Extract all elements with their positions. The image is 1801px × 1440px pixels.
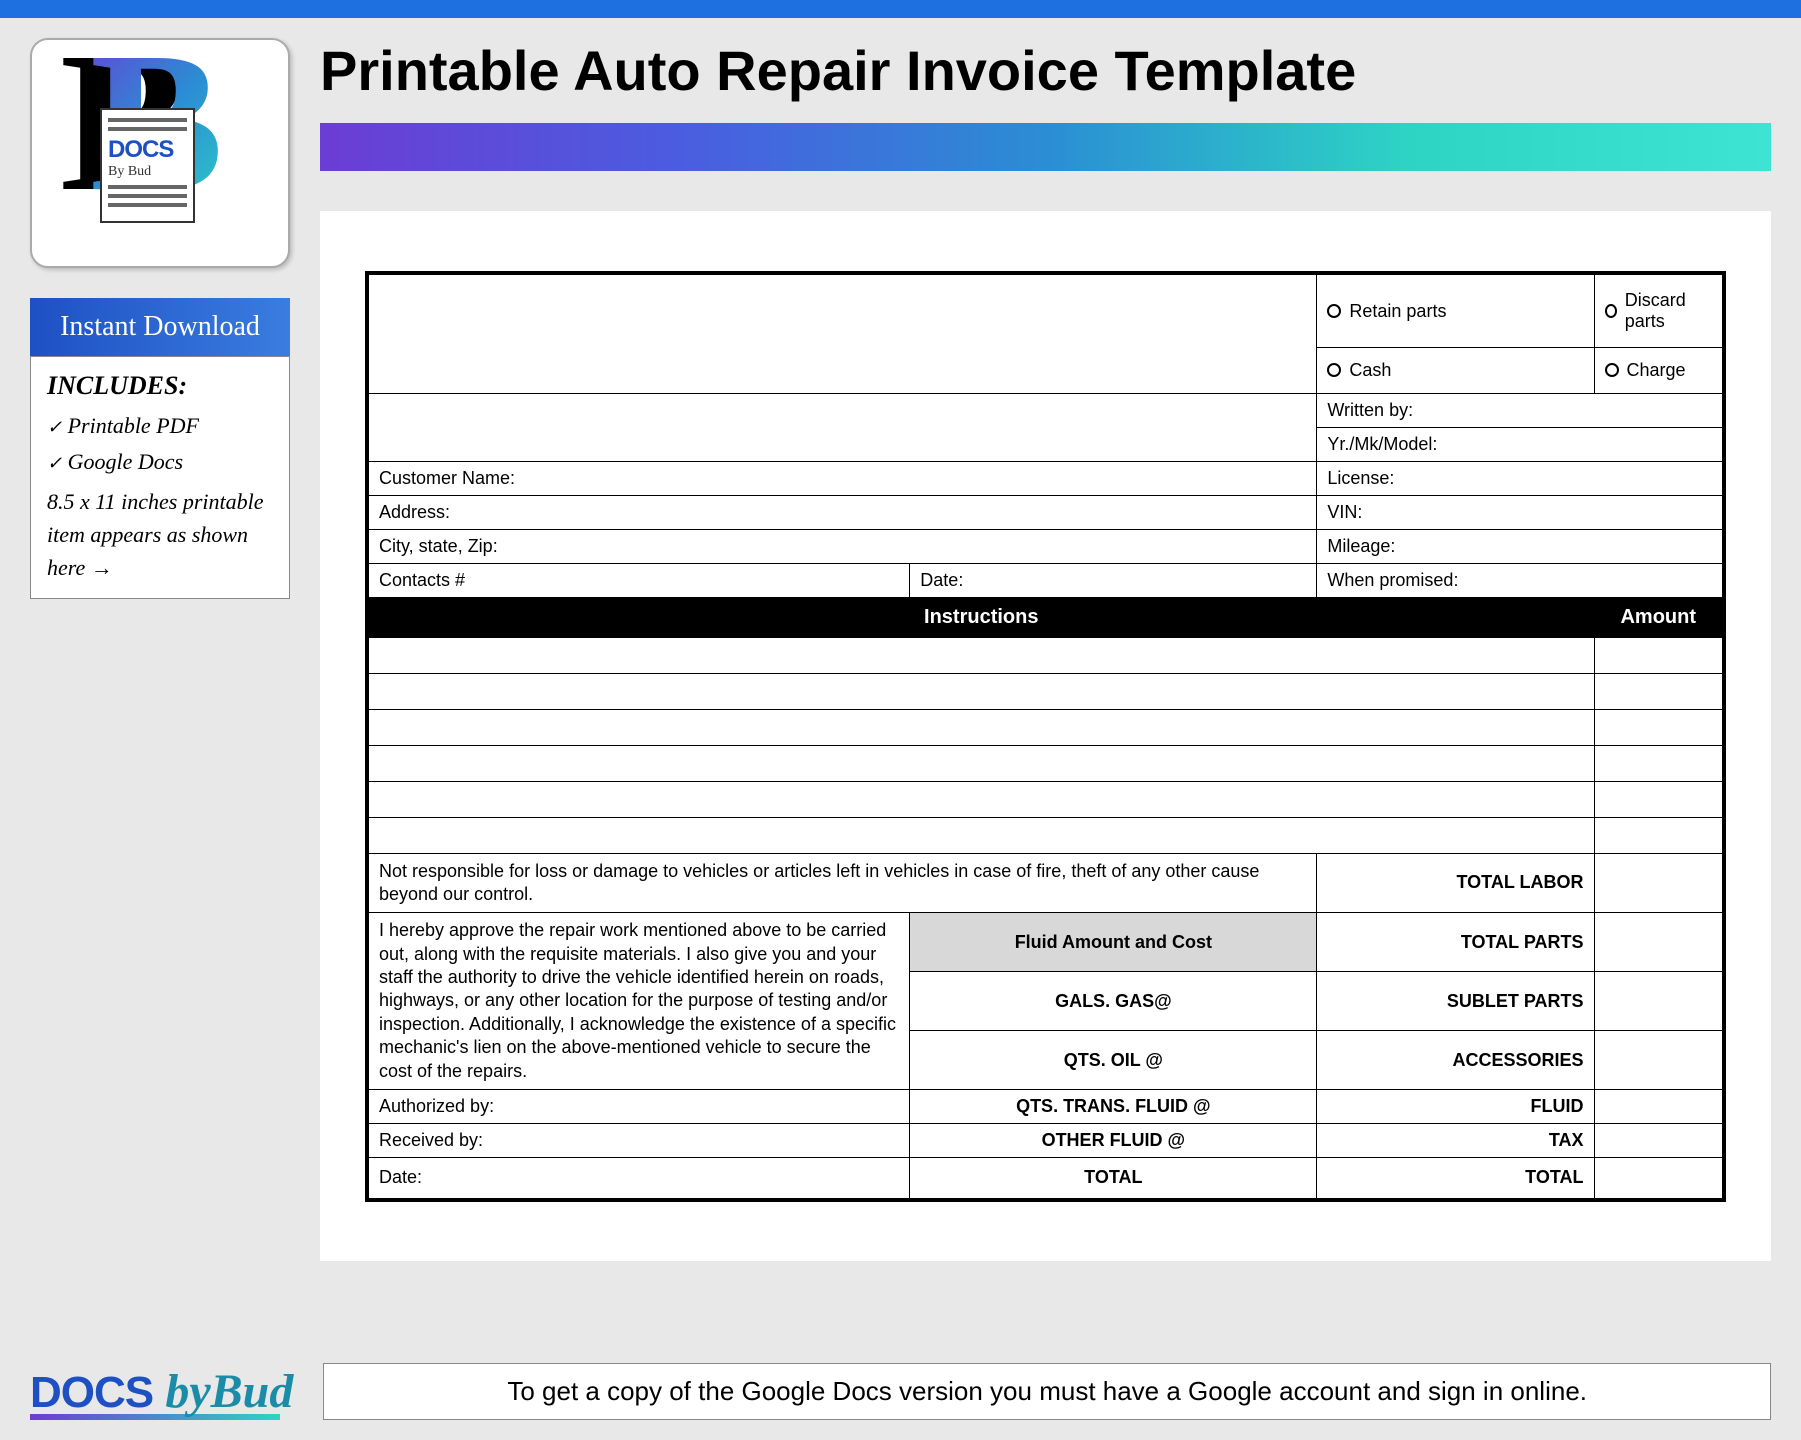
instruction-row bbox=[367, 745, 1594, 781]
footer: DOCS byBud To get a copy of the Google D… bbox=[30, 1363, 1771, 1420]
disclaimer-cell: Not responsible for loss or damage to ve… bbox=[367, 853, 1317, 913]
fluid-label: FLUID bbox=[1317, 1090, 1594, 1124]
logo-box: B B DOCS By Bud bbox=[30, 38, 290, 268]
logo-document-icon: DOCS By Bud bbox=[100, 108, 195, 223]
other-fluid-cell: OTHER FLUID @ bbox=[910, 1124, 1317, 1158]
amount-cell bbox=[1594, 637, 1724, 673]
date-cell: Date: bbox=[910, 563, 1317, 597]
license-cell: License: bbox=[1317, 461, 1724, 495]
check-icon: ✓ bbox=[47, 417, 62, 437]
radio-icon bbox=[1605, 363, 1619, 377]
sidebar: B B DOCS By Bud Instant Download INCLUDE… bbox=[30, 38, 290, 1261]
authorized-by-cell: Authorized by: bbox=[367, 1090, 910, 1124]
blank-header-cell bbox=[367, 273, 1317, 393]
total-parts-label: TOTAL PARTS bbox=[1317, 913, 1594, 972]
received-by-cell: Received by: bbox=[367, 1124, 910, 1158]
gals-gas-cell: GALS. GAS@ bbox=[910, 972, 1317, 1031]
total-labor-label: TOTAL LABOR bbox=[1317, 853, 1594, 913]
check-icon: ✓ bbox=[47, 453, 62, 473]
document-preview: Retain parts Discard parts Cash Charge W… bbox=[320, 211, 1771, 1261]
instruction-row bbox=[367, 781, 1594, 817]
amount-cell bbox=[1594, 673, 1724, 709]
radio-icon bbox=[1605, 304, 1617, 318]
instruction-row bbox=[367, 637, 1594, 673]
fluid-header-cell: Fluid Amount and Cost bbox=[910, 913, 1317, 972]
total-labor-amount bbox=[1594, 853, 1724, 913]
instruction-row bbox=[367, 817, 1594, 853]
sublet-parts-amount bbox=[1594, 972, 1724, 1031]
accessories-amount bbox=[1594, 1031, 1724, 1090]
includes-description: 8.5 x 11 inches printable item appears a… bbox=[47, 485, 273, 584]
charge-cell: Charge bbox=[1594, 348, 1724, 393]
footer-logo: DOCS byBud bbox=[30, 1364, 293, 1420]
grand-total-label: TOTAL bbox=[1317, 1158, 1594, 1200]
amount-cell bbox=[1594, 781, 1724, 817]
includes-box: INCLUDES: ✓ Printable PDF ✓ Google Docs … bbox=[30, 356, 290, 599]
total-parts-amount bbox=[1594, 913, 1724, 972]
tax-label: TAX bbox=[1317, 1124, 1594, 1158]
accessories-label: ACCESSORIES bbox=[1317, 1031, 1594, 1090]
main-container: B B DOCS By Bud Instant Download INCLUDE… bbox=[0, 18, 1801, 1261]
page-title: Printable Auto Repair Invoice Template bbox=[320, 38, 1771, 103]
instant-download-badge: Instant Download bbox=[30, 298, 290, 356]
include-item-pdf: ✓ Printable PDF bbox=[47, 413, 273, 439]
grand-total-amount bbox=[1594, 1158, 1724, 1200]
when-promised-cell: When promised: bbox=[1317, 563, 1724, 597]
mileage-cell: Mileage: bbox=[1317, 529, 1724, 563]
invoice-table: Retain parts Discard parts Cash Charge W… bbox=[365, 271, 1726, 1202]
tax-amount bbox=[1594, 1124, 1724, 1158]
gradient-divider bbox=[320, 123, 1771, 171]
cash-cell: Cash bbox=[1317, 348, 1594, 393]
fluid-amount bbox=[1594, 1090, 1724, 1124]
include-item-gdocs: ✓ Google Docs bbox=[47, 449, 273, 475]
content-area: Printable Auto Repair Invoice Template R… bbox=[320, 38, 1771, 1261]
footer-note: To get a copy of the Google Docs version… bbox=[323, 1363, 1771, 1420]
date2-cell: Date: bbox=[367, 1158, 910, 1200]
discard-parts-cell: Discard parts bbox=[1594, 273, 1724, 348]
footer-bybud-text: byBud bbox=[165, 1365, 293, 1418]
blank-cell bbox=[367, 393, 1317, 461]
top-accent-bar bbox=[0, 0, 1801, 18]
amount-cell bbox=[1594, 745, 1724, 781]
qts-trans-cell: QTS. TRANS. FLUID @ bbox=[910, 1090, 1317, 1124]
amount-header: Amount bbox=[1594, 597, 1724, 637]
radio-icon bbox=[1327, 304, 1341, 318]
vin-cell: VIN: bbox=[1317, 495, 1724, 529]
radio-icon bbox=[1327, 363, 1341, 377]
yr-mk-model-cell: Yr./Mk/Model: bbox=[1317, 427, 1724, 461]
includes-title: INCLUDES: bbox=[47, 371, 273, 401]
footer-docs-text: DOCS bbox=[30, 1368, 153, 1417]
retain-parts-cell: Retain parts bbox=[1317, 273, 1594, 348]
logo-docs-text: DOCS bbox=[108, 136, 187, 164]
contacts-cell: Contacts # bbox=[367, 563, 910, 597]
customer-name-cell: Customer Name: bbox=[367, 461, 1317, 495]
instructions-header: Instructions bbox=[367, 597, 1594, 637]
address-cell: Address: bbox=[367, 495, 1317, 529]
approval-text-cell: I hereby approve the repair work mention… bbox=[367, 913, 910, 1090]
fluid-total-cell: TOTAL bbox=[910, 1158, 1317, 1200]
city-state-zip-cell: City, state, Zip: bbox=[367, 529, 1317, 563]
qts-oil-cell: QTS. OIL @ bbox=[910, 1031, 1317, 1090]
written-by-cell: Written by: bbox=[1317, 393, 1724, 427]
logo-bybud-text: By Bud bbox=[108, 164, 187, 180]
amount-cell bbox=[1594, 709, 1724, 745]
sublet-parts-label: SUBLET PARTS bbox=[1317, 972, 1594, 1031]
amount-cell bbox=[1594, 817, 1724, 853]
instruction-row bbox=[367, 673, 1594, 709]
instruction-row bbox=[367, 709, 1594, 745]
